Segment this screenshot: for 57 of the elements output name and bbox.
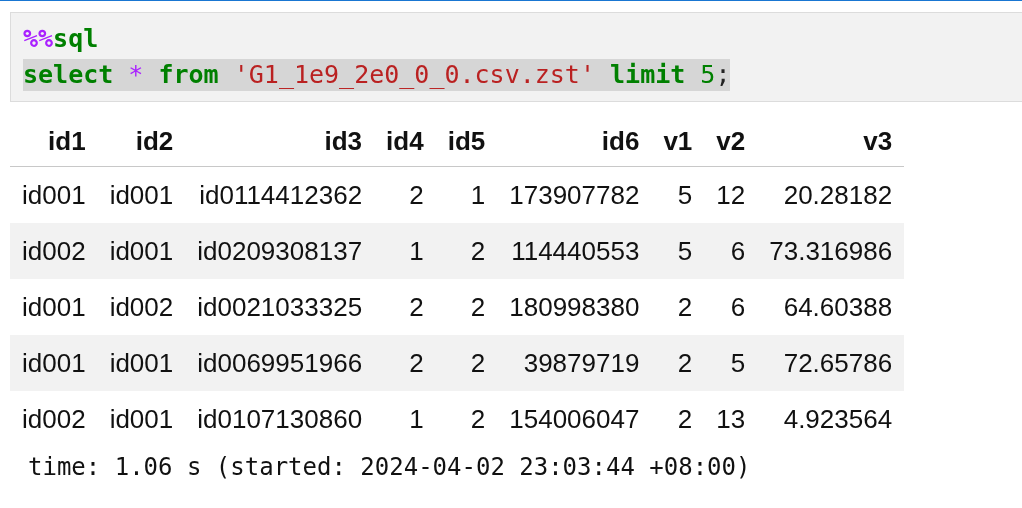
- table-cell: 6: [704, 223, 758, 279]
- table-cell: 2: [435, 391, 498, 447]
- table-cell: 12: [704, 166, 758, 223]
- table-cell: 1: [374, 223, 436, 279]
- table-cell: id001: [10, 166, 98, 223]
- table-cell: id001: [97, 391, 186, 447]
- table-cell: id002: [10, 223, 98, 279]
- code-cell[interactable]: %%sql select * from 'G1_1e9_2e0_0_0.csv.zst' limit 5;: [10, 12, 1022, 102]
- table-cell: id001: [97, 223, 186, 279]
- table-cell: 173907782: [497, 166, 652, 223]
- table-cell: 1: [374, 391, 436, 447]
- table-cell: id0114412362: [185, 166, 375, 223]
- column-header: v3: [757, 116, 905, 167]
- table-cell: 2: [374, 166, 436, 223]
- column-header: id3: [185, 116, 375, 167]
- table-cell: 4.923564: [757, 391, 905, 447]
- table-cell: 6: [704, 279, 758, 335]
- table-cell: id001: [10, 335, 98, 391]
- table-cell: 73.316986: [757, 223, 905, 279]
- table-cell: 114440553: [497, 223, 652, 279]
- table-cell: 1: [435, 166, 498, 223]
- table-cell: 180998380: [497, 279, 652, 335]
- column-header: id4: [374, 116, 436, 167]
- table-cell: 2: [651, 391, 705, 447]
- table-cell: id002: [97, 279, 186, 335]
- column-header: v2: [704, 116, 758, 167]
- table-cell: id002: [10, 391, 98, 447]
- table-cell: 5: [651, 223, 705, 279]
- table-cell: id0107130860: [185, 391, 375, 447]
- table-cell: 72.65786: [757, 335, 905, 391]
- column-header: id2: [97, 116, 186, 167]
- table-cell: 2: [435, 223, 498, 279]
- table-cell: id0069951966: [185, 335, 375, 391]
- timing-output: time: 1.06 s (started: 2024-04-02 23:03:44 +08:00): [28, 453, 751, 481]
- column-header: id1: [10, 116, 98, 167]
- column-header: id6: [497, 116, 652, 167]
- table-cell: id001: [97, 335, 186, 391]
- column-header: v1: [651, 116, 705, 167]
- table-cell: id0209308137: [185, 223, 375, 279]
- table-cell: 64.60388: [757, 279, 905, 335]
- table-cell: 2: [435, 335, 498, 391]
- table-cell: 13: [704, 391, 758, 447]
- code-line: %%sql: [23, 23, 99, 55]
- column-header: id5: [435, 116, 498, 167]
- table-cell: id001: [97, 166, 186, 223]
- table-cell: 2: [374, 279, 436, 335]
- table-cell: id001: [10, 279, 98, 335]
- table-cell: 20.28182: [757, 166, 905, 223]
- table-cell: 2: [651, 335, 705, 391]
- table-cell: 2: [651, 279, 705, 335]
- table-cell: 154006047: [497, 391, 652, 447]
- table-cell: 2: [435, 279, 498, 335]
- table-cell: 2: [374, 335, 436, 391]
- table-cell: id0021033325: [185, 279, 375, 335]
- table-cell: 39879719: [497, 335, 652, 391]
- table-cell: 5: [704, 335, 758, 391]
- table-cell: 5: [651, 166, 705, 223]
